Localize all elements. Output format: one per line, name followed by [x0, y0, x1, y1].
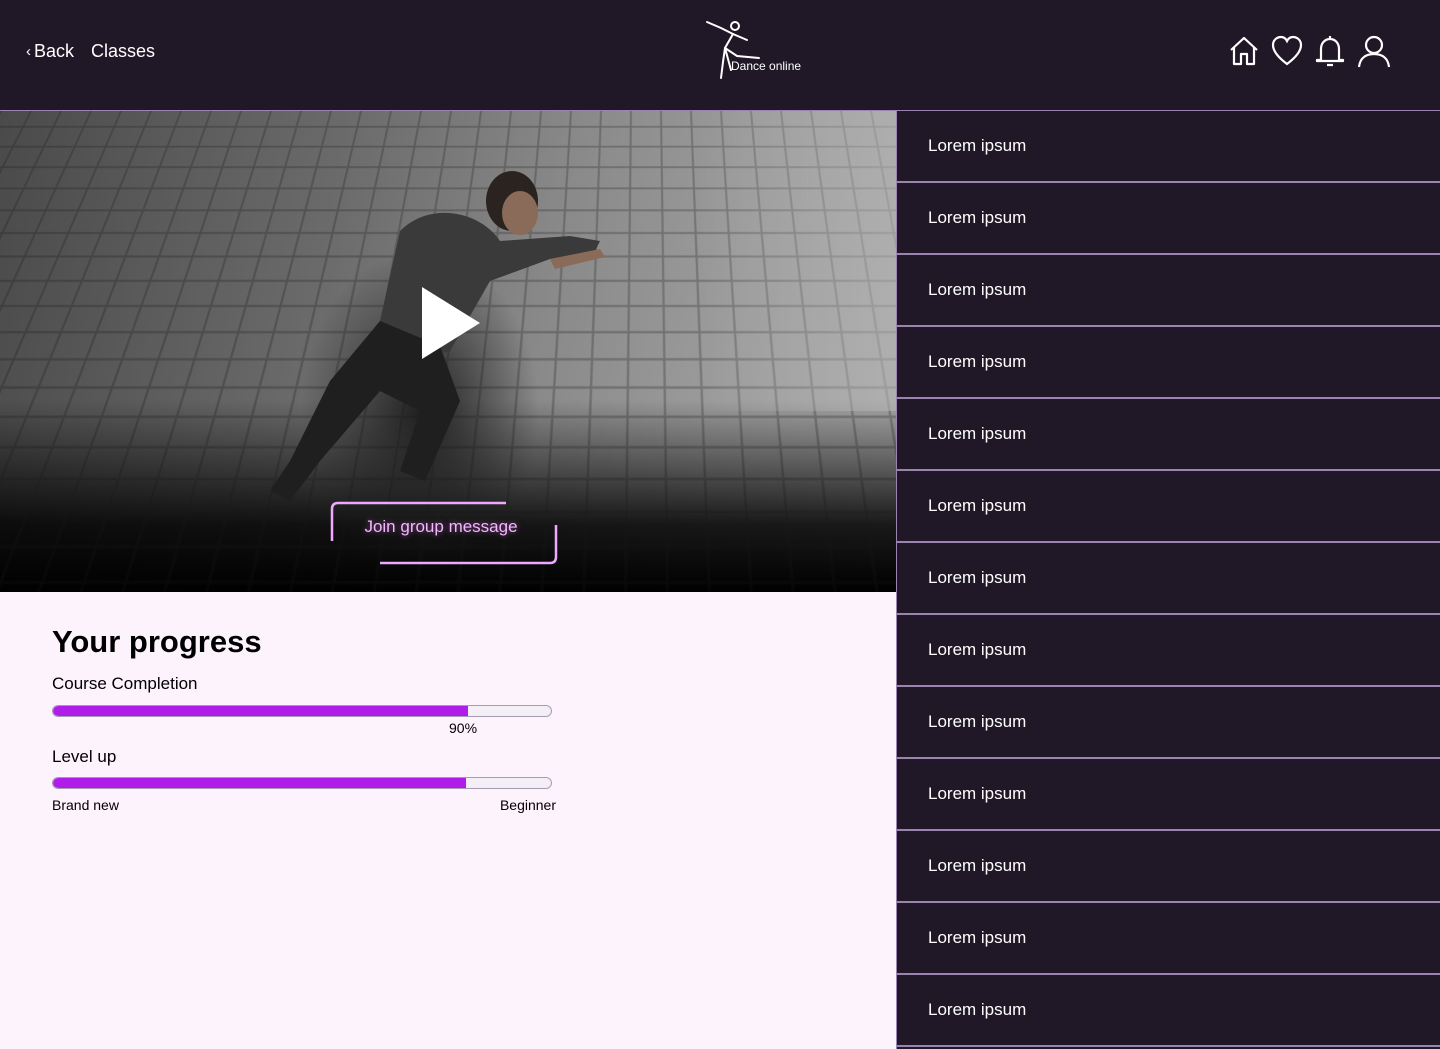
level-up-range: Brand new Beginner: [52, 797, 556, 813]
user-icon[interactable]: [1357, 34, 1391, 68]
heart-icon[interactable]: [1271, 35, 1303, 67]
progress-title: Your progress: [52, 624, 262, 659]
logo[interactable]: Dance online: [703, 18, 815, 82]
header-icons: [1228, 34, 1402, 68]
progress-section: Your progress Course Completion 90% Leve…: [52, 624, 562, 813]
level-up-fill: [53, 778, 467, 788]
bell-icon[interactable]: [1314, 34, 1346, 68]
level-start-label: Brand new: [52, 797, 119, 813]
level-up-bar: [52, 777, 552, 789]
course-completion-fill: [53, 706, 468, 716]
lesson-item[interactable]: Lorem ipsum: [897, 759, 1440, 831]
lesson-item[interactable]: Lorem ipsum: [897, 471, 1440, 543]
top-bar: ‹ Back Classes Dance online: [0, 0, 1440, 111]
join-button-label: Join group message: [364, 517, 518, 536]
logo-text: Dance online: [731, 59, 802, 73]
course-completion-bar: [52, 705, 552, 717]
lesson-item[interactable]: Lorem ipsum: [897, 543, 1440, 615]
lesson-list: Lorem ipsum Lorem ipsum Lorem ipsum Lorem i…: [896, 111, 1440, 1049]
lesson-item[interactable]: Lorem ipsum: [897, 615, 1440, 687]
lesson-item[interactable]: Lorem ipsum: [897, 903, 1440, 975]
lesson-item[interactable]: Lorem ipsum: [897, 687, 1440, 759]
lesson-item[interactable]: Lorem ipsum: [897, 975, 1440, 1047]
join-group-message-button[interactable]: Join group message: [330, 501, 558, 565]
back-button[interactable]: ‹ Back: [26, 41, 74, 62]
play-icon[interactable]: [418, 285, 482, 361]
level-up-label: Level up: [52, 747, 117, 766]
lesson-item[interactable]: Lorem ipsum: [897, 399, 1440, 471]
lesson-item[interactable]: Lorem ipsum: [897, 111, 1440, 183]
video-background-wall: [696, 111, 896, 411]
level-end-label: Beginner: [499, 797, 556, 813]
course-completion-percent: 90%: [449, 720, 478, 736]
chevron-left-icon: ‹: [26, 43, 31, 60]
back-label: Back: [34, 41, 75, 61]
lesson-item[interactable]: Lorem ipsum: [897, 255, 1440, 327]
home-icon[interactable]: [1228, 35, 1260, 67]
lesson-item[interactable]: Lorem ipsum: [897, 183, 1440, 255]
course-completion-label: Course Completion: [52, 674, 198, 693]
classes-link[interactable]: Classes: [91, 41, 155, 62]
lesson-item[interactable]: Lorem ipsum: [897, 831, 1440, 903]
lesson-item[interactable]: Lorem ipsum: [897, 327, 1440, 399]
video-player[interactable]: Join group message: [0, 111, 896, 592]
